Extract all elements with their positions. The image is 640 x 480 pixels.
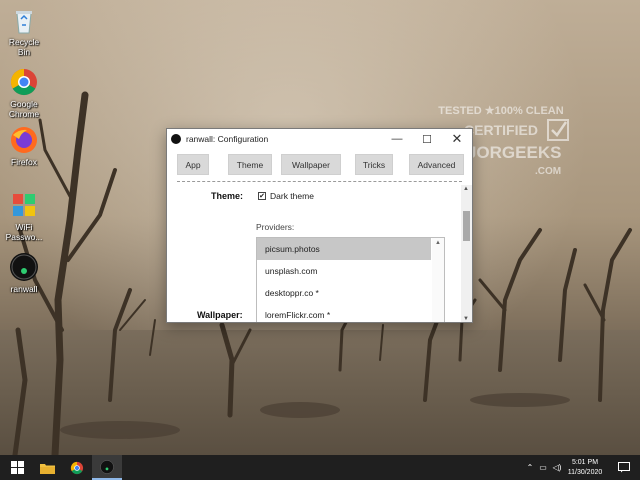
list-item[interactable]: unsplash.com — [257, 260, 431, 282]
ranwall-icon — [10, 253, 38, 281]
scroll-up-icon[interactable]: ▲ — [435, 240, 441, 246]
taskbar: ⌃ ▭ ◁) 5:01 PM 11/30/2020 — [0, 455, 640, 480]
windows-start-icon — [10, 461, 24, 474]
dark-theme-label: Dark theme — [270, 191, 314, 201]
tab-app[interactable]: App — [177, 154, 209, 175]
list-item[interactable]: desktoppr.co * — [257, 282, 431, 304]
tab-wallpaper[interactable]: Wallpaper — [281, 154, 341, 175]
list-item[interactable]: picsum.photos — [257, 238, 431, 260]
firefox-icon — [11, 127, 37, 153]
scroll-up-icon[interactable]: ▲ — [463, 186, 469, 192]
ranwall-icon — [100, 459, 114, 474]
network-icon[interactable]: ▭ — [536, 463, 550, 472]
config-window: ranwall: Configuration — ☐ ✕ App Theme W… — [166, 128, 473, 323]
tab-bar: App Theme Wallpaper Tricks Advanced — [175, 154, 466, 176]
desktop-icon-ranwall[interactable]: ranwall — [2, 252, 46, 294]
close-button[interactable]: ✕ — [442, 129, 472, 149]
watermark-line1: TESTED ★100% CLEAN — [438, 105, 563, 117]
notification-icon — [618, 462, 630, 473]
desktop-icon-label: Recycle Bin — [8, 37, 40, 57]
desktop-icon-firefox[interactable]: Firefox — [2, 125, 46, 167]
desktop-icon-label: ranwall — [10, 284, 38, 294]
scroll-down-icon[interactable]: ▼ — [463, 316, 469, 322]
chrome-icon — [70, 461, 84, 474]
chrome-icon — [10, 68, 37, 96]
wifi-password-icon — [13, 194, 35, 216]
clock-date: 11/30/2020 — [567, 469, 603, 476]
minimize-icon: — — [391, 133, 403, 145]
theme-label: Theme: — [211, 191, 244, 201]
checkbox-check-icon[interactable]: ✔ — [258, 192, 266, 200]
desktop-icon-chrome[interactable]: Google Chrome — [2, 67, 46, 119]
wallpaper-label: Wallpaper: — [197, 310, 243, 320]
desktop-icon-label: Google Chrome — [8, 99, 40, 119]
clock-time: 5:01 PM — [571, 459, 599, 466]
window-scrollbar[interactable]: ▲ ▼ — [461, 185, 472, 322]
title-bar[interactable]: ranwall: Configuration — ☐ ✕ — [167, 129, 472, 149]
list-item[interactable]: loremFlickr.com * — [257, 304, 431, 322]
window-title: ranwall: Configuration — [186, 134, 269, 144]
tab-theme[interactable]: Theme — [228, 154, 272, 175]
folder-icon — [39, 463, 55, 474]
chevron-up-icon[interactable]: ⌃ — [524, 463, 536, 472]
watermark-line2: CERTIFIED — [464, 122, 538, 138]
maximize-icon: ☐ — [422, 133, 432, 146]
watermark-line4: .COM — [535, 166, 561, 177]
desktop-icon-wifi-password[interactable]: WiFi Passwo... — [2, 190, 46, 242]
minimize-button[interactable]: — — [382, 129, 412, 149]
close-icon: ✕ — [451, 131, 463, 146]
volume-icon[interactable]: ◁) — [550, 463, 564, 472]
taskbar-ranwall[interactable] — [92, 455, 122, 480]
start-button[interactable] — [2, 455, 32, 480]
taskbar-chrome[interactable] — [62, 455, 92, 480]
notification-button[interactable] — [612, 455, 636, 480]
settings-content: Theme: ✔ Dark theme Providers: picsum.ph… — [167, 185, 463, 322]
tab-advanced[interactable]: Advanced — [409, 154, 464, 175]
dark-theme-checkbox[interactable]: ✔ Dark theme — [258, 191, 314, 201]
tab-tricks[interactable]: Tricks — [355, 154, 393, 175]
maximize-button[interactable]: ☐ — [412, 129, 442, 149]
recycle-bin-icon — [16, 11, 32, 34]
taskbar-file-explorer[interactable] — [32, 455, 62, 480]
desktop-icon-recycle-bin[interactable]: Recycle Bin — [2, 5, 46, 57]
tab-divider — [177, 181, 462, 182]
taskbar-clock[interactable]: 5:01 PM 11/30/2020 — [566, 458, 604, 478]
scrollbar-thumb[interactable] — [463, 211, 470, 241]
ranwall-app-icon — [171, 134, 181, 144]
providers-list[interactable]: picsum.photos unsplash.com desktoppr.co … — [256, 237, 445, 322]
desktop-icon-label: Firefox — [11, 157, 37, 167]
desktop-icon-label: WiFi Passwo... — [5, 222, 43, 242]
providers-scrollbar[interactable]: ▲ — [432, 238, 444, 322]
providers-label: Providers: — [256, 222, 295, 232]
system-tray: ⌃ ▭ ◁) — [524, 455, 564, 480]
